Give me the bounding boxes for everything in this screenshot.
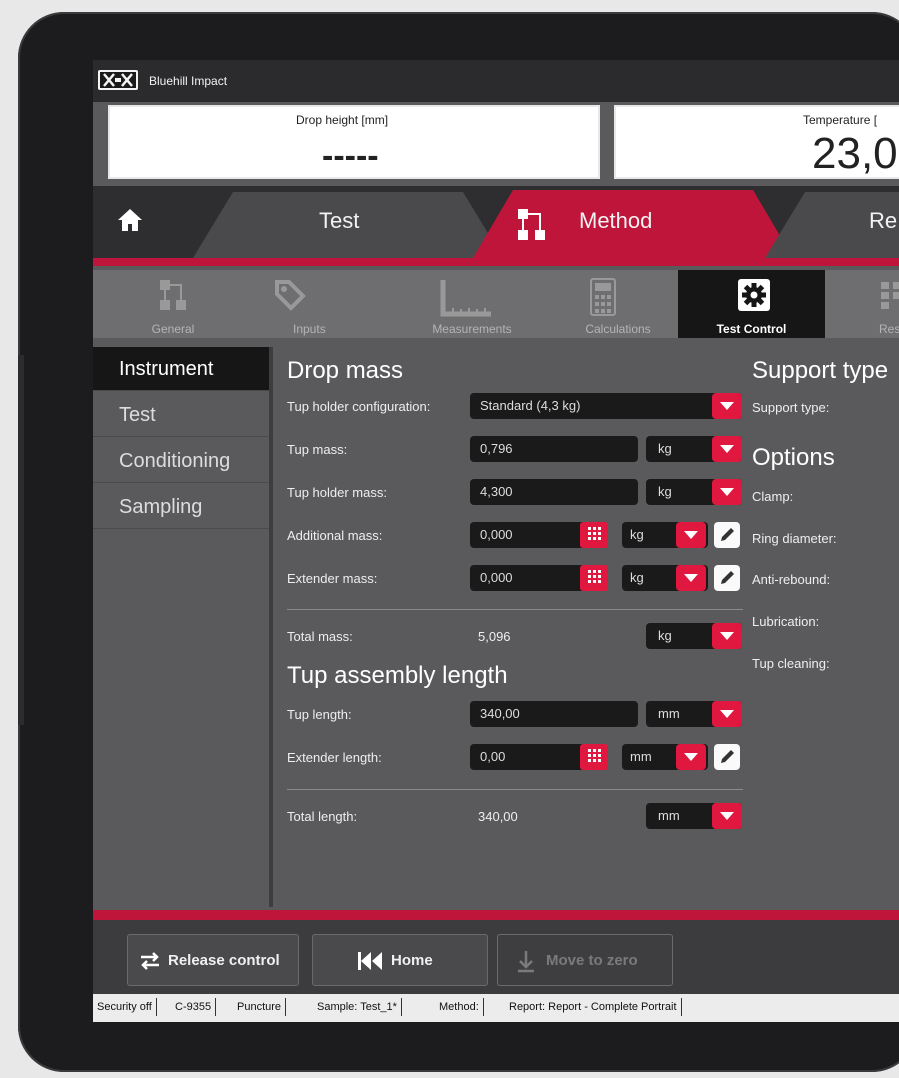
subtab-label: Inputs [293, 322, 326, 336]
general-icon [158, 278, 188, 317]
tup-length-label: Tup length: [287, 707, 352, 722]
extender-mass-label: Extender mass: [287, 571, 378, 586]
additional-mass-edit-icon[interactable] [714, 522, 740, 548]
tup-holder-config-select[interactable]: Standard (4,3 kg) [470, 393, 742, 419]
total-length-unit-dropdown[interactable] [712, 803, 742, 829]
separator [287, 789, 743, 790]
total-mass-unit-dropdown[interactable] [712, 623, 742, 649]
instrument-settings: Drop mass Tup holder configuration: Stan… [273, 347, 899, 907]
subtab-label: Calculations [585, 322, 651, 336]
readout-value: 23,0 [812, 129, 898, 178]
gear-icon [737, 278, 771, 317]
temperature-readout: Temperature [ 23,0 [614, 105, 899, 179]
app-title: Bluehill Impact [149, 74, 228, 88]
subtab-general[interactable]: General [103, 270, 243, 338]
total-length-label: Total length: [287, 809, 358, 824]
subtab-label: Test Control [716, 322, 787, 336]
tup-mass-unit-dropdown[interactable] [712, 436, 742, 462]
tup-length-unit-dropdown[interactable] [712, 701, 742, 727]
support-type-title: Support type [752, 357, 889, 384]
support-type-label: Support type: [752, 400, 830, 415]
tup-holder-config-label: Tup holder configuration: [287, 399, 431, 414]
additional-mass-keypad-icon[interactable] [580, 522, 608, 548]
home-button[interactable]: Home [312, 934, 488, 986]
tup-cleaning-label: Tup cleaning: [752, 656, 830, 671]
status-report: Report: Report - Complete Portrait [505, 998, 682, 1016]
tab-reports[interactable]: Re [869, 208, 897, 234]
additional-mass-label: Additional mass: [287, 528, 383, 543]
tup-holder-mass-field[interactable]: 4,300 [470, 479, 638, 505]
extender-length-edit-icon[interactable] [714, 744, 740, 770]
subtab-calculations[interactable]: Calculations [533, 270, 673, 338]
home-icon[interactable] [117, 208, 143, 237]
extender-length-label: Extender length: [287, 750, 382, 765]
tup-holder-config-dropdown[interactable] [712, 393, 742, 419]
status-test-type: Puncture [233, 998, 287, 1016]
tab-method[interactable]: Method [579, 208, 652, 234]
results-icon [879, 278, 899, 317]
calculator-icon [590, 278, 616, 321]
nav-conditioning[interactable]: Conditioning [93, 439, 269, 483]
subtab-label: Res [879, 322, 899, 336]
ring-diameter-label: Ring diameter: [752, 531, 837, 546]
arrow-down-icon [516, 949, 536, 978]
title-bar: Bluehill Impact [93, 60, 899, 102]
swap-arrows-icon [138, 949, 162, 978]
status-bar: Security off C-9355 Puncture Sample: Tes… [93, 994, 899, 1022]
separator [287, 609, 743, 610]
anti-rebound-label: Anti-rebound: [752, 572, 831, 587]
lubrication-label: Lubrication: [752, 614, 820, 629]
bottom-accent-bar [93, 910, 899, 920]
clamp-label: Clamp: [752, 489, 794, 504]
drop-mass-title: Drop mass [287, 357, 404, 384]
total-mass-value: 5,096 [478, 629, 511, 644]
status-sample: Sample: Test_1* [313, 998, 402, 1016]
subtab-inputs[interactable]: Inputs [243, 270, 373, 338]
tab-test[interactable]: Test [319, 208, 359, 234]
total-length-value: 340,00 [478, 809, 518, 824]
main-tab-bar: Test Method Re [93, 186, 899, 258]
extender-mass-keypad-icon[interactable] [580, 565, 608, 591]
readout-label: Temperature [ [803, 113, 878, 127]
readout-label: Drop height [mm] [296, 113, 389, 127]
method-icon [517, 208, 547, 247]
subtab-test-control[interactable]: Test Control [678, 270, 825, 338]
tup-assembly-title: Tup assembly length [287, 662, 508, 689]
extender-mass-edit-icon[interactable] [714, 565, 740, 591]
extender-length-unit-dropdown[interactable] [676, 744, 706, 770]
left-nav: Instrument Test Conditioning Sampling [93, 347, 269, 907]
tab-underline [93, 258, 899, 266]
subtab-label: Measurements [432, 322, 512, 336]
subtab-results[interactable]: Res [833, 270, 899, 338]
app-screen: Bluehill Impact Drop height [mm] ----- T… [93, 60, 899, 1022]
device-side-edge [18, 355, 24, 725]
tup-holder-mass-unit-dropdown[interactable] [712, 479, 742, 505]
drop-height-readout: Drop height [mm] ----- [108, 105, 600, 179]
additional-mass-unit-dropdown[interactable] [676, 522, 706, 548]
nav-instrument[interactable]: Instrument [93, 347, 269, 391]
skip-back-icon [357, 951, 383, 976]
extender-length-keypad-icon[interactable] [580, 744, 608, 770]
sub-tab-bar: General Inputs Measurements Calculations… [93, 270, 899, 338]
readout-value: ----- [322, 137, 379, 175]
release-control-button[interactable]: Release control [127, 934, 299, 986]
move-to-zero-button[interactable]: Move to zero [497, 934, 673, 986]
tag-icon [273, 278, 307, 317]
total-mass-label: Total mass: [287, 629, 353, 644]
subtab-label: General [151, 322, 195, 336]
status-frame: C-9355 [171, 998, 217, 1016]
nav-test[interactable]: Test [93, 393, 269, 437]
extender-mass-unit-dropdown[interactable] [676, 565, 706, 591]
ruler-icon [439, 278, 493, 323]
nav-sampling[interactable]: Sampling [93, 485, 269, 529]
tup-holder-mass-label: Tup holder mass: [287, 485, 387, 500]
status-method: Method: [435, 998, 484, 1016]
tup-mass-label: Tup mass: [287, 442, 348, 457]
options-title: Options [752, 444, 835, 471]
subtab-measurements[interactable]: Measurements [393, 270, 533, 338]
tup-mass-field[interactable]: 0,796 [470, 436, 638, 462]
instron-logo-icon [98, 70, 138, 90]
status-security: Security off [93, 998, 157, 1016]
tup-length-field[interactable]: 340,00 [470, 701, 638, 727]
